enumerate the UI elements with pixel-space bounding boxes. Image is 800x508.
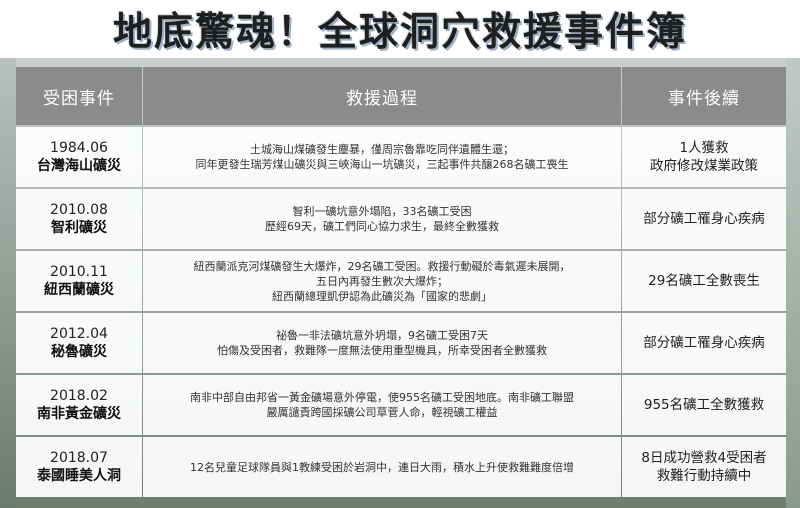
event-cell: 2018.02 南非黃金礦災 [16,375,142,435]
process-line: 五日內再發生數次大爆炸； [316,274,448,288]
event-date: 2010.08 [50,202,108,218]
event-cell: 2010.11 紐西蘭礦災 [16,251,142,311]
outcome-cell: 部分礦工罹身心疾病 [622,313,786,373]
background-left-strip [0,58,16,508]
process-cell: 南非中部自由邦省一黃金礦場意外停電，使955名礦工受困地底。南非礦工聯盟 嚴厲譴… [143,375,621,435]
process-cell: 智利一礦坑意外塌陷，33名礦工受困 歷經69天，礦工們同心協力求生，最終全數獲救 [143,189,621,249]
page-title: 地底驚魂！全球洞穴救援事件簿 [112,10,687,55]
header-outcome: 事件後續 [622,67,786,125]
outcome-line: 1人獲救 [679,140,729,156]
outcome-cell: 1人獲救 政府修改煤業政策 [622,127,786,187]
process-line: 紐西蘭總理凱伊認為此礦災為「國家的悲劇」 [272,289,492,303]
event-name: 秘魯礦災 [51,344,107,360]
event-date: 2010.11 [50,264,108,280]
event-name: 泰國睡美人洞 [37,468,121,484]
outcome-line: 29名礦工全數喪生 [648,273,760,289]
process-line: 同年更發生瑞芳煤山礦災與三峽海山一坑礦災，三起事件共釀268名礦工喪生 [195,158,569,171]
background-right-strip [786,58,800,508]
event-name: 南非黃金礦災 [37,406,121,422]
event-cell: 2018.07 泰國睡美人洞 [16,437,142,497]
header-event: 受困事件 [16,67,142,125]
outcome-line: 955名礦工全數獲救 [643,397,765,413]
outcome-cell: 8日成功營救4受困者 救難行動持續中 [622,437,786,497]
process-line: 歷經69天，礦工們同心協力求生，最終全數獲救 [265,220,499,233]
event-name: 紐西蘭礦災 [44,282,114,298]
process-line: 土城海山煤礦發生塵暴，僅周宗魯靠吃同伴遺體生還； [250,143,514,156]
process-cell: 祕魯一非法礦坑意外坍塌，9名礦工受困7天 怕傷及受困者，救難隊一度無法使用重型機… [143,313,621,373]
event-cell: 2010.08 智利礦災 [16,189,142,249]
event-cell: 1984.06 台灣海山礦災 [16,127,142,187]
event-date: 2018.02 [50,388,108,404]
outcome-cell: 955名礦工全數獲救 [622,375,786,435]
process-line: 智利一礦坑意外塌陷，33名礦工受困 [292,205,472,218]
event-date: 2018.07 [50,450,108,466]
header-process: 救援過程 [143,67,621,125]
process-line: 嚴厲譴責跨國採礦公司草菅人命，輕視礦工權益 [266,406,498,419]
process-cell: 12名兒童足球隊員與1教練受困於岩洞中，連日大雨，積水上升使救難難度倍增 [143,437,621,497]
process-cell: 土城海山煤礦發生塵暴，僅周宗魯靠吃同伴遺體生還； 同年更發生瑞芳煤山礦災與三峽海… [143,127,621,187]
event-name: 台灣海山礦災 [37,158,121,174]
outcome-line: 8日成功營救4受困者 [641,450,767,466]
event-name: 智利礦災 [51,220,107,236]
event-date: 2012.04 [50,326,108,342]
outcome-line: 部分礦工罹身心疾病 [643,211,765,227]
outcome-line: 部分礦工罹身心疾病 [643,335,765,351]
process-line: 怕傷及受困者，救難隊一度無法使用重型機具，所幸受困者全數獲救 [217,344,547,357]
process-line: 紐西蘭派克河煤礦發生大爆炸，29名礦工受困。救援行動礙於毒氣遲未展開， [193,259,571,273]
process-line: 祕魯一非法礦坑意外坍塌，9名礦工受困7天 [276,329,488,342]
outcome-line: 救難行動持續中 [656,468,752,484]
rescue-events-table: 受困事件 救援過程 事件後續 1984.06 台灣海山礦災 土城海山煤礦發生塵暴… [16,67,786,497]
outcome-line: 政府修改煤業政策 [650,158,758,174]
process-line: 南非中部自由邦省一黃金礦場意外停電，使955名礦工受困地底。南非礦工聯盟 [190,391,574,404]
event-date: 1984.06 [50,140,108,156]
outcome-cell: 29名礦工全數喪生 [622,251,786,311]
process-line: 12名兒童足球隊員與1教練受困於岩洞中，連日大雨，積水上升使救難難度倍增 [190,460,574,474]
event-cell: 2012.04 秘魯礦災 [16,313,142,373]
process-cell: 紐西蘭派克河煤礦發生大爆炸，29名礦工受困。救援行動礙於毒氣遲未展開， 五日內再… [143,251,621,311]
outcome-cell: 部分礦工罹身心疾病 [622,189,786,249]
